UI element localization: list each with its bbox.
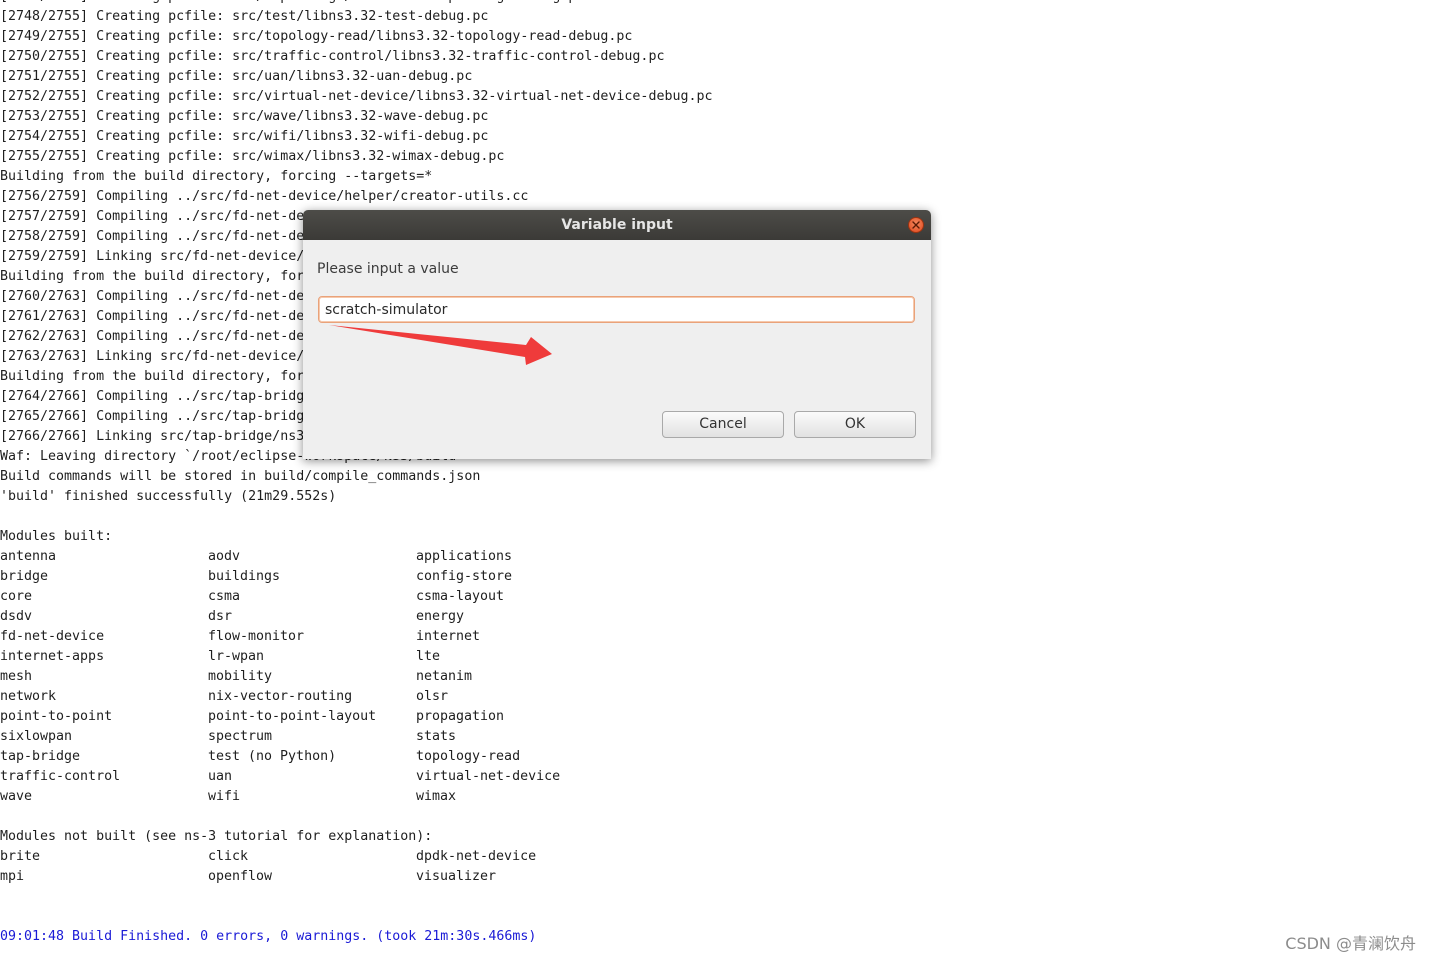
module-name: virtual-net-device [416, 769, 561, 784]
module-name: spectrum [208, 729, 273, 744]
module-row: point-to-point point-to-point-layout propa… [0, 707, 1432, 727]
module-name: core [0, 589, 33, 604]
module-name: nix-vector-routing [208, 689, 353, 704]
console-line: [2749/2755] Creating pcfile: src/topolog… [0, 29, 633, 44]
module-name: sixlowpan [0, 729, 73, 744]
console-line: 09:01:48 Build Finished. 0 errors, 0 war… [0, 929, 537, 944]
console-line: Building from the build directory, forci… [0, 169, 433, 184]
module-name: test (no Python) [208, 749, 337, 764]
module-name: network [0, 689, 57, 704]
module-name: lr-wpan [208, 649, 265, 664]
console-line: 'build' finished successfully (21m29.552… [0, 489, 337, 504]
module-row: brite click dpdk-net-device [0, 847, 1432, 867]
module-name: propagation [416, 709, 505, 724]
module-name: click [208, 849, 249, 864]
module-row: bridge buildings config-store [0, 567, 1432, 587]
module-name: point-to-point-layout [208, 709, 377, 724]
module-name: dsr [208, 609, 233, 624]
variable-input-dialog: Variable input Please input a value Canc… [303, 210, 931, 459]
module-row: wave wifi wimax [0, 787, 1432, 807]
module-name: traffic-control [0, 769, 121, 784]
module-row: tap-bridge test (no Python) topology-read [0, 747, 1432, 767]
console-line: [2751/2755] Creating pcfile: src/uan/lib… [0, 69, 473, 84]
module-name: olsr [416, 689, 449, 704]
module-name: aodv [208, 549, 241, 564]
module-name: internet [416, 629, 481, 644]
console-line: [2747/2755] Creating pcfile: src/tap-bri… [0, 0, 1432, 7]
console-output: [2747/2755] Creating pcfile: src/tap-bri… [0, 0, 1432, 959]
module-name: openflow [208, 869, 273, 884]
module-name: bridge [0, 569, 49, 584]
module-row: network nix-vector-routing olsr [0, 687, 1432, 707]
module-name: applications [416, 549, 513, 564]
module-name: energy [416, 609, 465, 624]
dialog-prompt: Please input a value [317, 261, 459, 277]
module-row: fd-net-device flow-monitor internet [0, 627, 1432, 647]
module-name: tap-bridge [0, 749, 81, 764]
module-name: mpi [0, 869, 25, 884]
module-name: internet-apps [0, 649, 105, 664]
module-name: brite [0, 849, 41, 864]
module-name: wimax [416, 789, 457, 804]
module-name: dsdv [0, 609, 33, 624]
console-line: Build commands will be stored in build/c… [0, 469, 481, 484]
ok-button[interactable]: OK [794, 411, 916, 438]
module-row: core csma csma-layout [0, 587, 1432, 607]
module-row: sixlowpan spectrum stats [0, 727, 1432, 747]
module-row: internet-apps lr-wpan lte [0, 647, 1432, 667]
module-name: fd-net-device [0, 629, 105, 644]
console-line: [2752/2755] Creating pcfile: src/virtual… [0, 89, 713, 104]
value-input[interactable] [318, 296, 915, 323]
console-line: [2753/2755] Creating pcfile: src/wave/li… [0, 109, 489, 124]
watermark: CSDN @青澜饮舟 [1285, 934, 1416, 953]
console-line: [2756/2759] Compiling ../src/fd-net-devi… [0, 189, 529, 204]
module-row: antenna aodv applications [0, 547, 1432, 567]
module-name: wave [0, 789, 33, 804]
module-name: lte [416, 649, 441, 664]
module-row: mesh mobility netanim [0, 667, 1432, 687]
console-line: [2754/2755] Creating pcfile: src/wifi/li… [0, 129, 489, 144]
console-line: [2748/2755] Creating pcfile: src/test/li… [0, 9, 489, 24]
module-name: flow-monitor [208, 629, 305, 644]
module-name: dpdk-net-device [416, 849, 537, 864]
module-name: antenna [0, 549, 57, 564]
module-row: traffic-control uan virtual-net-device [0, 767, 1432, 787]
dialog-titlebar[interactable]: Variable input [303, 210, 931, 240]
module-row: mpi openflow visualizer [0, 867, 1432, 887]
module-name: stats [416, 729, 457, 744]
module-name: netanim [416, 669, 473, 684]
console-line: Modules not built (see ns-3 tutorial for… [0, 829, 433, 844]
console-line: [2755/2755] Creating pcfile: src/wimax/l… [0, 149, 505, 164]
console-line: [2750/2755] Creating pcfile: src/traffic… [0, 49, 665, 64]
module-name: mobility [208, 669, 273, 684]
module-name: buildings [208, 569, 281, 584]
dialog-title: Variable input [561, 217, 673, 233]
module-name: csma [208, 589, 241, 604]
module-name: config-store [416, 569, 513, 584]
console-line: Modules built: [0, 529, 113, 544]
module-name: csma-layout [416, 589, 505, 604]
module-row: dsdv dsr energy [0, 607, 1432, 627]
module-name: wifi [208, 789, 241, 804]
module-name: visualizer [416, 869, 497, 884]
cancel-button[interactable]: Cancel [662, 411, 784, 438]
module-name: point-to-point [0, 709, 113, 724]
module-name: topology-read [416, 749, 521, 764]
module-name: mesh [0, 669, 33, 684]
module-name: uan [208, 769, 233, 784]
close-icon[interactable] [908, 217, 924, 233]
